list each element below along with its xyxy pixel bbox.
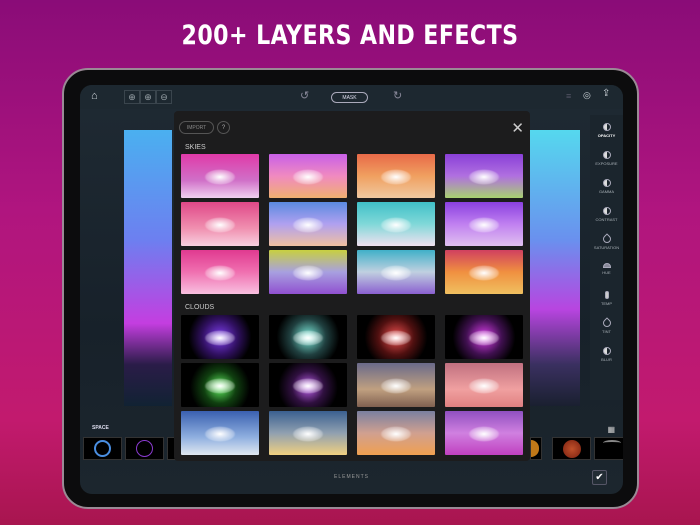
sidebar-item-label: OPACITY bbox=[597, 133, 616, 138]
sky-thumbnail[interactable] bbox=[269, 202, 347, 246]
tint-drop-icon bbox=[600, 317, 613, 329]
sky-thumbnail[interactable] bbox=[357, 154, 435, 198]
cloud-thumbnail[interactable] bbox=[445, 411, 523, 455]
cloud-thumbnail[interactable] bbox=[357, 411, 435, 455]
sidebar-item-label: BLUR bbox=[601, 357, 612, 362]
canvas-image-right[interactable] bbox=[530, 130, 580, 406]
sky-thumbnail[interactable] bbox=[445, 250, 523, 294]
headline: 200+ LAYERS AND EFECTS bbox=[181, 20, 519, 51]
sky-thumbnail[interactable] bbox=[357, 202, 435, 246]
blur-icon bbox=[602, 347, 611, 355]
toolbar: ⌂ ⊕ ⊕ ⊖ ↺ MASK ↻ ≡ ◎ ⇪ bbox=[80, 85, 623, 109]
gamma-icon bbox=[602, 179, 611, 187]
sidebar-item-label: EXPOSURE bbox=[595, 161, 618, 166]
element-thumb[interactable] bbox=[125, 437, 164, 460]
hue-arc-icon bbox=[602, 263, 611, 268]
ipad-frame: ⌂ ⊕ ⊕ ⊖ ↺ MASK ↻ ≡ ◎ ⇪ OPACITY EXPOSURE … bbox=[62, 68, 639, 509]
element-thumb[interactable] bbox=[83, 437, 122, 460]
panel-title: ELEMENTS bbox=[334, 474, 369, 480]
cloud-thumbnail[interactable] bbox=[269, 411, 347, 455]
sky-thumbnail[interactable] bbox=[445, 154, 523, 198]
sidebar-item-tint[interactable]: TINT bbox=[590, 317, 623, 334]
list-icon[interactable]: ≡ bbox=[566, 92, 571, 101]
sidebar-item-gamma[interactable]: GAMMA bbox=[590, 179, 623, 194]
sidebar-item-label: SATURATION bbox=[593, 245, 620, 250]
confirm-button[interactable]: ✔ bbox=[592, 470, 607, 485]
element-thumb[interactable] bbox=[530, 437, 542, 460]
home-icon[interactable]: ⌂ bbox=[91, 91, 98, 102]
exposure-icon bbox=[602, 151, 611, 159]
sky-thumbnail[interactable] bbox=[357, 250, 435, 294]
contrast-icon bbox=[602, 207, 611, 215]
canvas-image-left[interactable] bbox=[124, 130, 172, 406]
cloud-thumbnail[interactable] bbox=[357, 363, 435, 407]
sidebar-item-label: TINT bbox=[602, 329, 611, 334]
sidebar-item-opacity[interactable]: OPACITY bbox=[590, 123, 623, 138]
sky-thumbnail[interactable] bbox=[181, 154, 259, 198]
sky-thumbnail[interactable] bbox=[445, 202, 523, 246]
share-icon[interactable]: ⇪ bbox=[602, 89, 610, 99]
redo-icon[interactable]: ↻ bbox=[393, 91, 402, 102]
sky-thumbnail[interactable] bbox=[181, 250, 259, 294]
sky-thumbnail[interactable] bbox=[269, 250, 347, 294]
cloud-thumbnail[interactable] bbox=[357, 315, 435, 359]
layers-icon[interactable]: ◎ bbox=[583, 91, 591, 100]
section-title-clouds: CLOUDS bbox=[185, 304, 215, 311]
sidebar-item-contrast[interactable]: CONTRAST bbox=[590, 207, 623, 222]
sidebar-item-hue[interactable]: HUE bbox=[590, 263, 623, 275]
sidebar-item-saturation[interactable]: SATURATION bbox=[590, 233, 623, 250]
app-screen: ⌂ ⊕ ⊕ ⊖ ↺ MASK ↻ ≡ ◎ ⇪ OPACITY EXPOSURE … bbox=[80, 85, 623, 494]
sky-thumbnail[interactable] bbox=[269, 154, 347, 198]
cloud-thumbnail[interactable] bbox=[269, 315, 347, 359]
cloud-thumbnail[interactable] bbox=[445, 363, 523, 407]
sidebar-item-label: HUE bbox=[602, 270, 611, 275]
zoom-controls: ⊕ ⊕ ⊖ bbox=[124, 90, 172, 104]
mask-button[interactable]: MASK bbox=[331, 92, 368, 103]
cloud-thumbnail[interactable] bbox=[181, 363, 259, 407]
bottom-bar: ELEMENTS ✔ bbox=[80, 463, 623, 494]
element-thumb[interactable] bbox=[594, 437, 623, 460]
close-button[interactable]: ✕ bbox=[511, 119, 524, 137]
zoom-in-icon[interactable]: ⊕ bbox=[124, 90, 140, 104]
thermometer-icon bbox=[604, 291, 609, 299]
adjustments-sidebar: OPACITY EXPOSURE GAMMA CONTRAST SATURATI… bbox=[590, 115, 623, 400]
sky-thumbnail[interactable] bbox=[181, 202, 259, 246]
skies-grid bbox=[181, 154, 523, 294]
undo-icon[interactable]: ↺ bbox=[300, 91, 309, 102]
zoom-fit-icon[interactable]: ⊕ bbox=[140, 90, 156, 104]
opacity-icon bbox=[602, 123, 611, 131]
help-button[interactable]: ? bbox=[217, 121, 230, 134]
sidebar-item-temp[interactable]: TEMP bbox=[590, 291, 623, 306]
sidebar-item-blur[interactable]: BLUR bbox=[590, 347, 623, 362]
cloud-thumbnail[interactable] bbox=[181, 315, 259, 359]
layers-modal: IMPORT ? ✕ SKIES CLOUDS bbox=[174, 111, 530, 461]
sidebar-item-exposure[interactable]: EXPOSURE bbox=[590, 151, 623, 166]
category-label: SPACE bbox=[92, 425, 109, 431]
cloud-thumbnail[interactable] bbox=[445, 315, 523, 359]
sidebar-item-label: GAMMA bbox=[598, 189, 615, 194]
cloud-thumbnail[interactable] bbox=[181, 411, 259, 455]
import-button[interactable]: IMPORT bbox=[179, 121, 214, 134]
sidebar-item-label: CONTRAST bbox=[595, 217, 618, 222]
sidebar-item-label: TEMP bbox=[600, 301, 613, 306]
droplet-icon bbox=[600, 233, 613, 245]
grid-icon[interactable]: ▦ bbox=[607, 425, 615, 434]
clouds-grid bbox=[181, 315, 523, 455]
zoom-out-icon[interactable]: ⊖ bbox=[156, 90, 172, 104]
cloud-thumbnail[interactable] bbox=[269, 363, 347, 407]
element-thumb[interactable] bbox=[552, 437, 591, 460]
section-title-skies: SKIES bbox=[185, 144, 206, 151]
